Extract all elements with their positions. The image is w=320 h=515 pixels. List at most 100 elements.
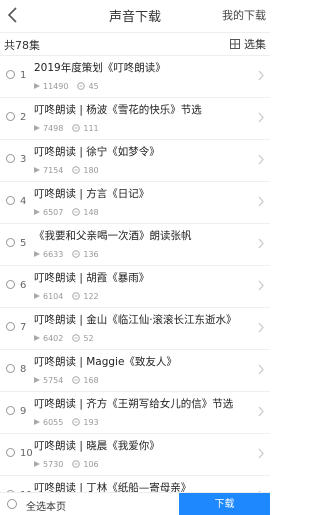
comment-count: 106 [83,459,99,469]
episode-count: 共78集 [4,39,40,52]
episode-index: 6 [20,280,27,291]
episode-title[interactable]: 叮咚朗读 | 杨波《雪花的快乐》节选 [34,102,256,117]
episode-index: 2 [20,112,27,123]
list-item[interactable]: 10 叮咚朗读 | 晓晨《我爱你》 5730 106 [0,434,270,476]
comment-icon [77,82,86,90]
chevron-right-icon[interactable] [258,196,264,207]
play-count: 6104 [43,291,64,301]
comment-icon [72,292,81,300]
chevron-right-icon[interactable] [258,70,264,81]
episode-index: 4 [20,196,27,207]
episode-index: 5 [20,238,27,249]
play-icon [34,167,40,173]
comment-count: 148 [83,207,99,217]
comment-count: 111 [83,123,99,133]
chevron-right-icon[interactable] [258,322,264,333]
play-count: 7154 [43,165,64,175]
download-button[interactable]: 下载 [179,493,270,515]
episode-title[interactable]: 叮咚朗读 | 徐宁《如梦令》 [34,144,256,159]
comment-count: 52 [83,333,94,343]
comment-icon [72,418,81,426]
comment-icon [72,124,81,132]
play-icon [34,83,40,89]
comment-icon [72,250,81,258]
play-count: 6402 [43,333,64,343]
comment-icon [72,460,81,468]
select-radio[interactable] [6,364,15,373]
chevron-right-icon[interactable] [258,406,264,417]
list-item[interactable]: 1 2019年度策划《叮咚朗读》 11490 45 [0,56,270,98]
episode-meta: 6104 122 [34,290,99,302]
episode-index: 3 [20,154,27,165]
select-radio[interactable] [6,448,15,457]
play-icon [34,293,40,299]
chevron-right-icon[interactable] [258,112,264,123]
episode-title[interactable]: 《我要和父亲喝一次酒》朗读张帆 [34,228,256,243]
list-item[interactable]: 6 叮咚朗读 | 胡霞《暴雨》 6104 122 [0,266,270,308]
comment-count: 193 [83,417,99,427]
select-radio[interactable] [6,196,15,205]
list-item[interactable]: 2 叮咚朗读 | 杨波《雪花的快乐》节选 7498 111 [0,98,270,140]
episode-title[interactable]: 叮咚朗读 | 胡霞《暴雨》 [34,270,256,285]
select-all-radio[interactable] [7,499,17,509]
episode-index: 9 [20,406,27,417]
select-radio[interactable] [6,154,15,163]
episode-meta: 6507 148 [34,206,99,218]
header: 声音下载 我的下载 [0,0,270,30]
episode-title[interactable]: 叮咚朗读 | 金山《临江仙·滚滚长江东逝水》 [34,312,256,327]
episode-meta: 6055 193 [34,416,99,428]
play-icon [34,209,40,215]
episode-title[interactable]: 叮咚朗读 | 方言《日记》 [34,186,256,201]
comment-count: 136 [83,249,99,259]
episode-meta: 7498 111 [34,122,99,134]
play-count: 5730 [43,459,64,469]
episode-index: 7 [20,322,27,333]
play-count: 6055 [43,417,64,427]
list-item[interactable]: 8 叮咚朗读 | Maggie《致友人》 5754 168 [0,350,270,392]
list-item[interactable]: 7 叮咚朗读 | 金山《临江仙·滚滚长江东逝水》 6402 52 [0,308,270,350]
select-radio[interactable] [6,112,15,121]
episode-toolbar: 共78集 选集 [0,32,270,56]
comment-count: 45 [88,81,99,91]
list-item[interactable]: 4 叮咚朗读 | 方言《日记》 6507 148 [0,182,270,224]
select-all-label[interactable]: 全选本页 [26,498,66,513]
download-page: 声音下载 我的下载 共78集 选集 1 2019年度策划《叮咚朗读》 11490 45… [0,0,270,515]
episode-index: 1 [20,70,27,81]
select-radio[interactable] [6,238,15,247]
chevron-right-icon[interactable] [258,280,264,291]
list-item[interactable]: 5 《我要和父亲喝一次酒》朗读张帆 6633 136 [0,224,270,266]
comment-count: 168 [83,375,99,385]
chevron-right-icon[interactable] [258,154,264,165]
select-radio[interactable] [6,322,15,331]
comment-icon [72,334,81,342]
play-count: 6633 [43,249,64,259]
comment-count: 122 [83,291,99,301]
play-icon [34,377,40,383]
list-item[interactable]: 9 叮咚朗读 | 齐方《王朔写给女儿的信》节选 6055 193 [0,392,270,434]
episode-meta: 6633 136 [34,248,99,260]
list-item[interactable]: 3 叮咚朗读 | 徐宁《如梦令》 7154 180 [0,140,270,182]
play-icon [34,461,40,467]
play-count: 5754 [43,375,64,385]
play-count: 6507 [43,207,64,217]
episode-meta: 5730 106 [34,458,99,470]
my-downloads-link[interactable]: 我的下载 [222,7,266,23]
chevron-right-icon[interactable] [258,448,264,459]
episode-title[interactable]: 2019年度策划《叮咚朗读》 [34,60,256,75]
grid-icon [230,39,240,49]
select-episodes-button[interactable]: 选集 [230,36,266,52]
episode-meta: 6402 52 [34,332,94,344]
chevron-right-icon[interactable] [258,238,264,249]
episode-meta: 5754 168 [34,374,99,386]
chevron-right-icon[interactable] [258,364,264,375]
play-icon [34,125,40,131]
episode-title[interactable]: 叮咚朗读 | 晓晨《我爱你》 [34,438,256,453]
episode-meta: 11490 45 [34,80,99,92]
play-icon [34,251,40,257]
select-radio[interactable] [6,406,15,415]
select-radio[interactable] [6,70,15,79]
select-radio[interactable] [6,280,15,289]
episode-title[interactable]: 叮咚朗读 | Maggie《致友人》 [34,354,256,369]
episode-title[interactable]: 叮咚朗读 | 齐方《王朔写给女儿的信》节选 [34,396,256,411]
select-episodes-label: 选集 [244,38,266,51]
